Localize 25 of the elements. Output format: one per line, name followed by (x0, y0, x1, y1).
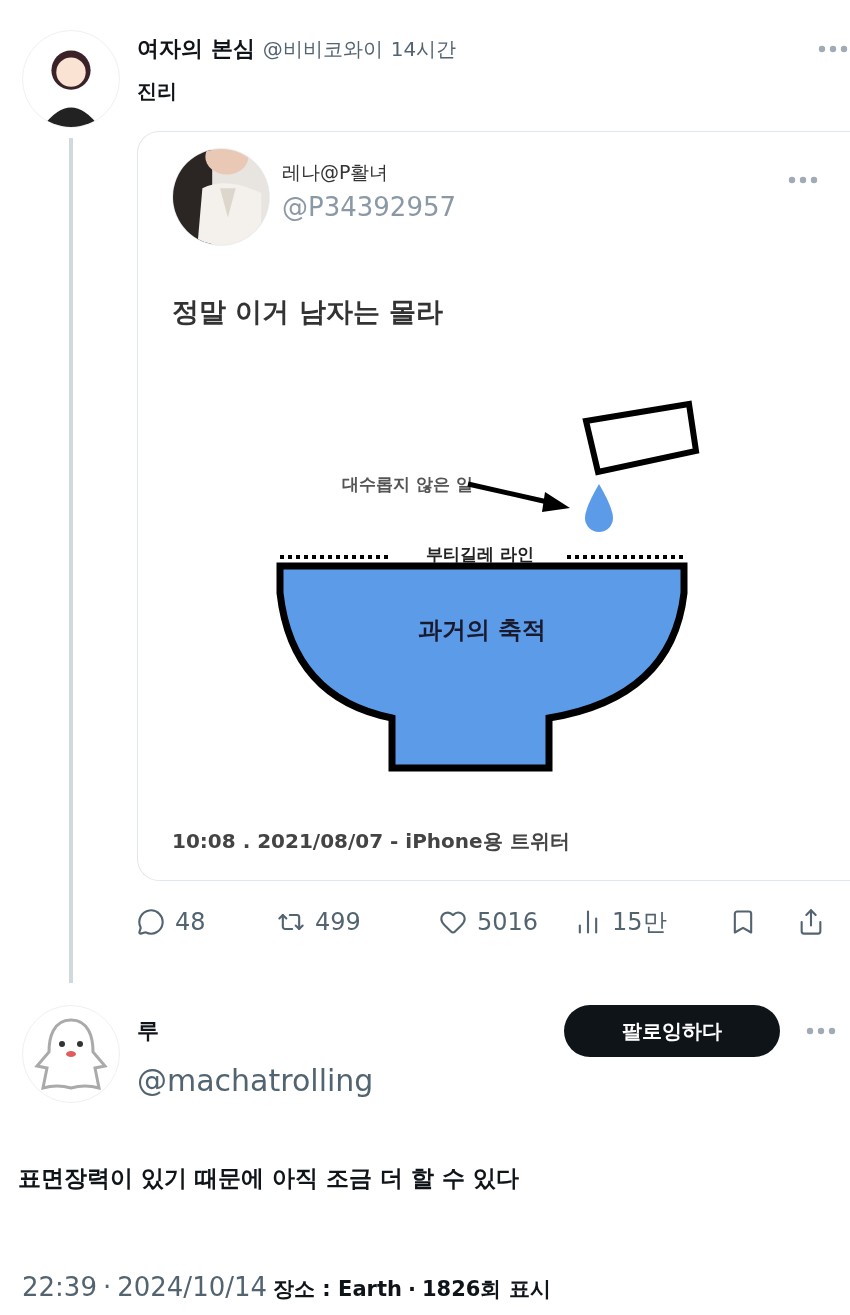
quoted-text: 정말 이거 남자는 몰라 (172, 295, 445, 329)
separator-dot: · (407, 1277, 416, 1301)
post-text: 진리 (137, 78, 178, 105)
reply-text: 표면장력이 있기 때문에 아직 조금 더 할 수 있다 (17, 1164, 521, 1193)
separator-dot: · (102, 1272, 112, 1302)
retweet-count: 499 (315, 908, 361, 936)
reply-date: 2024/10/14 (117, 1272, 268, 1302)
like-count: 5016 (477, 908, 539, 936)
views-count: 15만 (612, 907, 667, 938)
post-time: 14시간 (390, 36, 457, 63)
author-handle[interactable]: @비비코와이 (262, 36, 383, 63)
quoted-author-name[interactable]: 레나@P활녀 (282, 160, 776, 186)
author-name[interactable]: 여자의 본심 (137, 34, 255, 64)
follow-button[interactable]: 팔로잉하다 (564, 1005, 780, 1057)
reply-count: 48 (175, 908, 206, 936)
reply-author-handle[interactable]: @machatrolling (137, 1063, 850, 1098)
view-count: 1826회 표시 (421, 1276, 551, 1303)
location: 장소 : Earth (273, 1276, 402, 1303)
reply-icon[interactable] (137, 908, 165, 936)
water-drop-drawing (585, 484, 613, 532)
line-label: 부티길레 라인 (426, 544, 534, 564)
reply-author-name[interactable]: 루 (137, 1016, 159, 1046)
bowl-label: 과거의 축적 (417, 616, 547, 644)
quoted-timestamp: 10:08 . 2021/08/07 - iPhone용 트위터 (172, 828, 571, 855)
reply-time: 22:39 (22, 1272, 97, 1302)
